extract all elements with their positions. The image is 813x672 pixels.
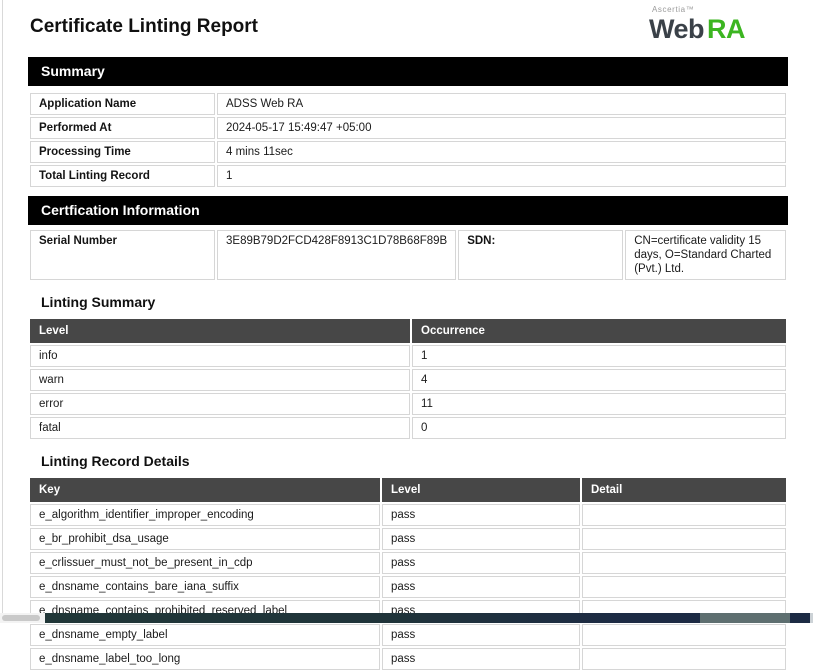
table-row: fatal 0 (30, 417, 786, 439)
level-cell: info (30, 345, 410, 367)
summary-label: Application Name (30, 93, 215, 115)
occurrence-cell: 0 (412, 417, 786, 439)
column-header-level: Level (382, 478, 580, 502)
page-title: Certificate Linting Report (30, 16, 788, 38)
record-details-heading: Linting Record Details (41, 453, 788, 469)
level-cell: pass (382, 648, 580, 670)
scrollbar-thumb[interactable] (700, 613, 790, 623)
linting-summary-heading: Linting Summary (41, 294, 788, 310)
key-cell: e_dnsname_contains_bare_iana_suffix (30, 576, 380, 598)
record-details-table: Key Level Detail e_algorithm_identifier_… (28, 476, 788, 672)
key-cell: e_dnsname_empty_label (30, 624, 380, 646)
level-cell: warn (30, 369, 410, 391)
table-row: e_dnsname_contains_bare_iana_suffix pass (30, 576, 786, 598)
occurrence-cell: 1 (412, 345, 786, 367)
detail-cell (582, 528, 786, 550)
report-page: Certificate Linting Report Summary Appli… (28, 0, 788, 672)
horizontal-scrollbar[interactable] (0, 613, 813, 623)
page-left-edge (0, 0, 3, 623)
scrollbar-corner-track[interactable] (0, 613, 45, 623)
table-row: Application Name ADSS Web RA (30, 93, 786, 115)
serial-number-value: 3E89B79D2FCD428F8913C1D78B68F89B (217, 230, 456, 280)
column-header-key: Key (30, 478, 380, 502)
column-header-detail: Detail (582, 478, 786, 502)
table-row: e_br_prohibit_dsa_usage pass (30, 528, 786, 550)
column-header-occurrence: Occurrence (412, 319, 786, 343)
table-header-row: Level Occurrence (30, 319, 786, 343)
sdn-value: CN=certificate validity 15 days, O=Stand… (625, 230, 786, 280)
scrollbar-track[interactable] (45, 613, 813, 623)
level-cell: pass (382, 576, 580, 598)
key-cell: e_br_prohibit_dsa_usage (30, 528, 380, 550)
table-row: e_algorithm_identifier_improper_encoding… (30, 504, 786, 526)
table-row: error 11 (30, 393, 786, 415)
scrollbar-corner-thumb[interactable] (2, 615, 40, 621)
summary-value: ADSS Web RA (217, 93, 786, 115)
summary-label: Total Linting Record (30, 165, 215, 187)
key-cell: e_dnsname_label_too_long (30, 648, 380, 670)
table-row: e_dnsname_label_too_long pass (30, 648, 786, 670)
linting-summary-table: Level Occurrence info 1 warn 4 error 11 … (28, 317, 788, 441)
occurrence-cell: 11 (412, 393, 786, 415)
detail-cell (582, 576, 786, 598)
table-row: e_dnsname_empty_label pass (30, 624, 786, 646)
certification-table: Serial Number 3E89B79D2FCD428F8913C1D78B… (28, 228, 788, 282)
sdn-label: SDN: (458, 230, 623, 280)
column-header-level: Level (30, 319, 410, 343)
table-row: Processing Time 4 mins 11sec (30, 141, 786, 163)
level-cell: error (30, 393, 410, 415)
table-header-row: Key Level Detail (30, 478, 786, 502)
summary-value: 1 (217, 165, 786, 187)
certification-section-header: Certfication Information (28, 196, 788, 225)
detail-cell (582, 552, 786, 574)
summary-table: Application Name ADSS Web RA Performed A… (28, 91, 788, 189)
key-cell: e_algorithm_identifier_improper_encoding (30, 504, 380, 526)
detail-cell (582, 504, 786, 526)
table-row: Serial Number 3E89B79D2FCD428F8913C1D78B… (30, 230, 786, 280)
table-row: Total Linting Record 1 (30, 165, 786, 187)
table-row: info 1 (30, 345, 786, 367)
detail-cell (582, 624, 786, 646)
summary-section-header: Summary (28, 57, 788, 86)
summary-label: Processing Time (30, 141, 215, 163)
level-cell: pass (382, 552, 580, 574)
level-cell: pass (382, 504, 580, 526)
table-row: warn 4 (30, 369, 786, 391)
summary-value: 4 mins 11sec (217, 141, 786, 163)
level-cell: fatal (30, 417, 410, 439)
summary-label: Performed At (30, 117, 215, 139)
table-row: Performed At 2024-05-17 15:49:47 +05:00 (30, 117, 786, 139)
level-cell: pass (382, 528, 580, 550)
level-cell: pass (382, 624, 580, 646)
table-row: e_crlissuer_must_not_be_present_in_cdp p… (30, 552, 786, 574)
occurrence-cell: 4 (412, 369, 786, 391)
detail-cell (582, 648, 786, 670)
summary-value: 2024-05-17 15:49:47 +05:00 (217, 117, 786, 139)
key-cell: e_crlissuer_must_not_be_present_in_cdp (30, 552, 380, 574)
serial-number-label: Serial Number (30, 230, 215, 280)
